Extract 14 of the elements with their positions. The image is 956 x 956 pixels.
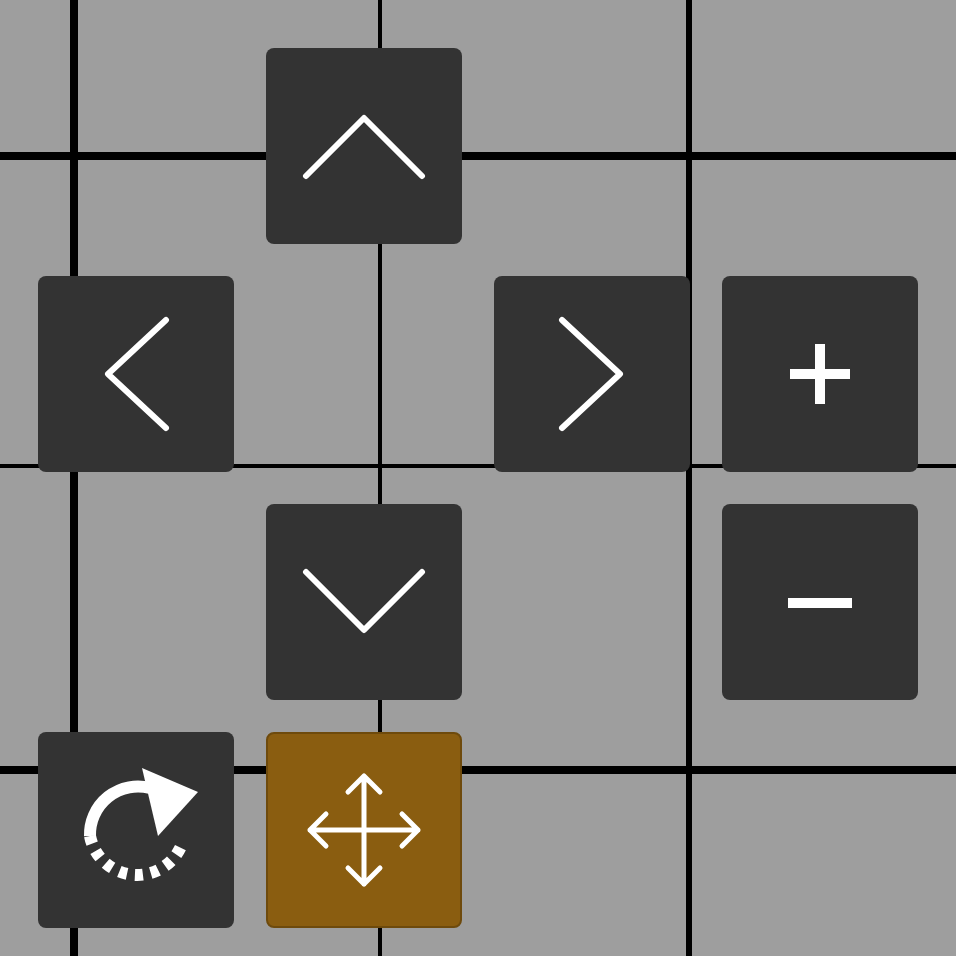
up-button[interactable]	[266, 48, 462, 244]
zoom-in-button[interactable]	[722, 276, 918, 472]
move-button[interactable]	[266, 732, 462, 928]
chevron-up-icon	[302, 112, 426, 180]
down-button[interactable]	[266, 504, 462, 700]
chevron-right-icon	[558, 316, 626, 432]
plus-icon	[786, 340, 854, 408]
left-button[interactable]	[38, 276, 234, 472]
chevron-left-icon	[102, 316, 170, 432]
rotate-button[interactable]	[38, 732, 234, 928]
right-button[interactable]	[494, 276, 690, 472]
chevron-down-icon	[302, 568, 426, 636]
minus-icon	[788, 597, 852, 607]
move-icon	[304, 770, 424, 890]
